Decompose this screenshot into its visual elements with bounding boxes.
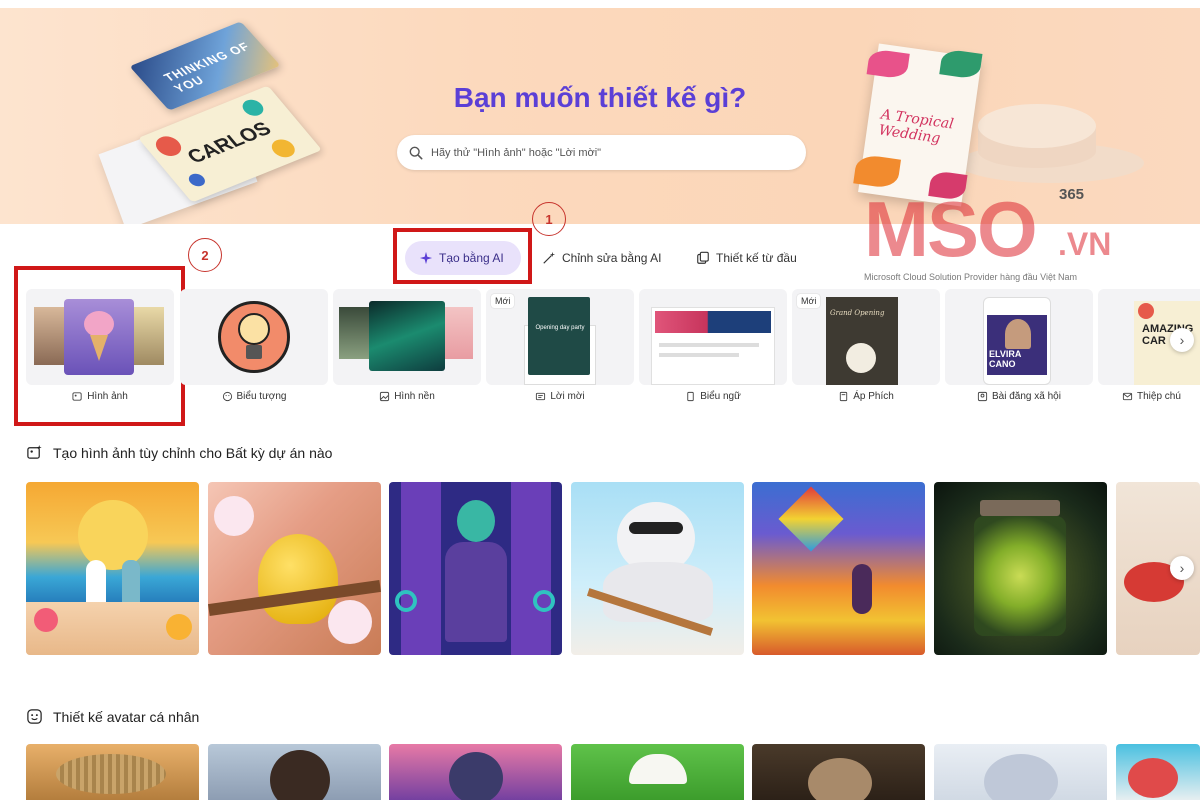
invite-thumbnail-text: Opening day party [535, 325, 585, 331]
search-input[interactable] [431, 146, 771, 159]
category-image[interactable]: Hình ảnh [26, 289, 174, 419]
social-icon [977, 391, 988, 402]
category-label-text: Bài đăng xã hội [992, 391, 1061, 402]
category-poster[interactable]: Grand Opening Mới Áp Phích [792, 289, 940, 419]
magic-wand-icon [543, 251, 556, 264]
search-icon [409, 146, 423, 159]
avatar-sample-woman[interactable] [208, 744, 381, 800]
new-badge: Mới [797, 294, 821, 308]
category-label-text: Hình nền [394, 391, 435, 402]
category-label-text: Áp Phích [853, 391, 894, 402]
wedding-card-text: A Tropical Wedding [877, 106, 955, 147]
poster-icon [840, 391, 848, 402]
section-title-text: Thiết kế avatar cá nhân [53, 708, 200, 725]
category-label-text: Thiệp chú [1137, 391, 1181, 402]
page: THINKING OF YOU CARLOS Bạn muốn thiết kế… [0, 0, 1200, 800]
avatar-sample-silver-hair[interactable] [934, 744, 1107, 800]
sample-image-yellow-bird[interactable] [208, 482, 381, 655]
image-sparkle-icon [27, 444, 42, 459]
category-label: Bài đăng xã hội [945, 391, 1093, 402]
section-custom-images-title: Tạo hình ảnh tùy chỉnh cho Bất kỳ dự án … [26, 444, 332, 461]
category-image-thumbnail [26, 289, 174, 385]
chevron-right-icon: › [1179, 560, 1185, 576]
category-banner-thumbnail [639, 289, 787, 385]
poster-thumbnail-text: Grand Opening [830, 309, 885, 317]
sample-image-wedding-beach[interactable] [26, 482, 199, 655]
category-label: Áp Phích [792, 391, 940, 402]
social-thumbnail-text: ELVIRA CANO [989, 349, 1022, 369]
sample-image-firefly-jar[interactable] [934, 482, 1107, 655]
copy-pen-icon [697, 251, 709, 264]
annotation-2: 2 [188, 238, 222, 272]
avatar-sample-old-man[interactable] [752, 744, 925, 800]
category-label-text: Lời mời [550, 391, 585, 402]
category-social-thumbnail: ELVIRA CANO [945, 289, 1093, 385]
category-scroll-right-button[interactable]: › [1170, 328, 1194, 352]
category-label: Lời mời [486, 391, 634, 402]
wallpaper-icon [380, 391, 390, 402]
wedding-card-illustration: A Tropical Wedding [853, 43, 983, 207]
card-icon [1122, 392, 1133, 401]
tab-design-from-scratch[interactable]: Thiết kế từ đầu [696, 241, 797, 275]
tab-label: Chỉnh sửa bằng AI [562, 251, 662, 265]
category-banner[interactable]: Biểu ngữ [639, 289, 787, 419]
sample-image-gymnast[interactable] [389, 482, 562, 655]
category-wallpaper[interactable]: Hình nền [333, 289, 481, 419]
emoji-icon [222, 391, 232, 402]
cake-illustration-top [978, 104, 1096, 148]
avatar-sample-straw-hat[interactable] [26, 744, 199, 800]
tab-edit-with-ai[interactable]: Chỉnh sửa bằng AI [542, 241, 661, 275]
section-title-text: Tạo hình ảnh tùy chỉnh cho Bất kỳ dự án … [53, 444, 333, 461]
category-label: Thiệp chú [1098, 391, 1200, 402]
sample-image-yeti-beach-chair[interactable] [571, 482, 744, 655]
image-sparkle-icon [72, 392, 82, 401]
new-badge: Mới [491, 294, 515, 308]
greeting-card-text: THINKING OF YOU [160, 39, 254, 96]
category-poster-thumbnail: Grand Opening Mới [792, 289, 940, 385]
banner-icon [687, 391, 694, 402]
category-label: Biểu tượng [180, 391, 328, 402]
category-label: Hình ảnh [26, 391, 174, 402]
category-wallpaper-thumbnail [333, 289, 481, 385]
section-avatar-title: Thiết kế avatar cá nhân [26, 708, 199, 725]
category-social-post[interactable]: ELVIRA CANO Bài đăng xã hội [945, 289, 1093, 419]
page-title: Bạn muốn thiết kế gì? [453, 82, 747, 113]
category-icon[interactable]: Biểu tượng [180, 289, 328, 419]
category-label-text: Biểu ngữ [700, 391, 741, 402]
category-label: Biểu ngữ [639, 391, 787, 402]
chevron-right-icon: › [1179, 332, 1185, 348]
category-label-text: Biểu tượng [236, 391, 287, 402]
category-label-text: Hình ảnh [87, 391, 128, 402]
samples-scroll-right-button[interactable]: › [1170, 556, 1194, 580]
category-invitation[interactable]: Opening day party Mới Lời mời [486, 289, 634, 419]
category-label: Hình nền [333, 391, 481, 402]
sticker-face-icon [27, 709, 42, 724]
annotation-1: 1 [532, 202, 566, 236]
tab-label: Thiết kế từ đầu [716, 251, 797, 265]
avatar-sample-partial[interactable] [1116, 744, 1200, 800]
birthday-card-text: CARLOS [182, 118, 277, 168]
sample-image-kite-runner[interactable] [752, 482, 925, 655]
envelope-icon [536, 392, 546, 401]
category-icon-thumbnail [180, 289, 328, 385]
category-invitation-thumbnail: Opening day party Mới [486, 289, 634, 385]
highlight-box-create-ai [393, 228, 532, 284]
search-bar[interactable] [397, 135, 806, 170]
avatar-sample-sunglasses[interactable] [389, 744, 562, 800]
watermark-number: 365 [1059, 186, 1085, 203]
category-card[interactable]: AMAZING CAR Thiệp chú [1098, 289, 1200, 419]
avatar-sample-golfer[interactable] [571, 744, 744, 800]
